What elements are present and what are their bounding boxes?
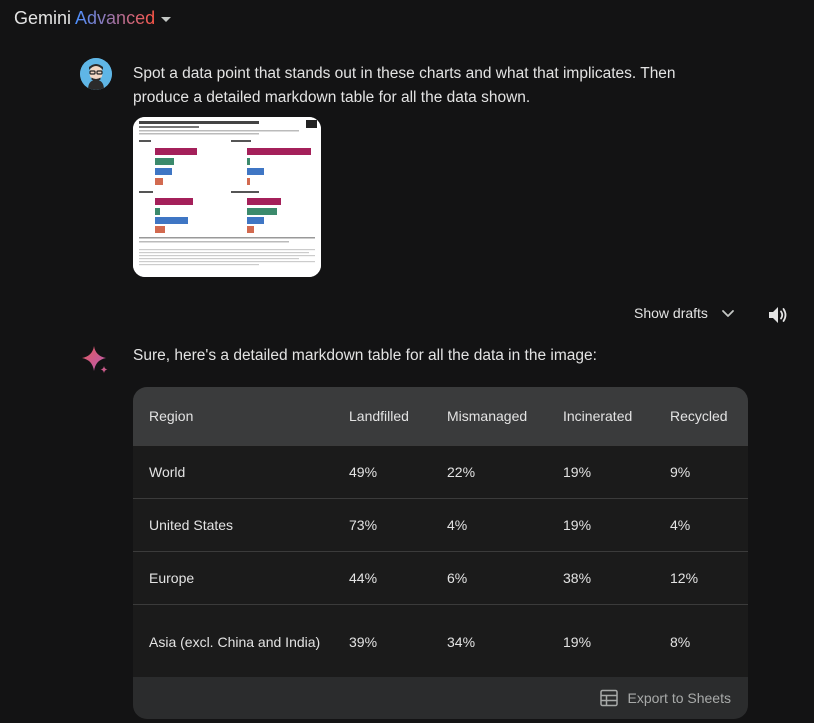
reply-intro: Sure, here's a detailed markdown table f… bbox=[133, 347, 597, 364]
table-cell: 19% bbox=[547, 445, 654, 499]
app-title: Gemini Advanced bbox=[14, 8, 155, 29]
header-landfilled: Landfilled bbox=[333, 387, 431, 446]
table-cell: 19% bbox=[547, 604, 654, 679]
table-cell: United States bbox=[133, 498, 333, 552]
table-cell: 49% bbox=[333, 445, 431, 499]
gemini-spark-icon bbox=[80, 344, 110, 374]
header-recycled: Recycled bbox=[654, 387, 748, 446]
table-cell: 44% bbox=[333, 551, 431, 605]
user-avatar bbox=[80, 58, 112, 90]
data-table: Region Landfilled Mismanaged Incinerated… bbox=[133, 387, 748, 679]
table-cell: Asia (excl. China and India) bbox=[133, 604, 333, 679]
table-cell: 39% bbox=[333, 604, 431, 679]
table-row: United States 73% 4% 19% 4% bbox=[133, 498, 748, 552]
table-cell: 9% bbox=[654, 445, 748, 499]
table-cell: 4% bbox=[654, 498, 748, 552]
table-cell: 4% bbox=[431, 498, 547, 552]
table-row: Asia (excl. China and India) 39% 34% 19%… bbox=[133, 604, 748, 679]
header-incinerated: Incinerated bbox=[547, 387, 654, 446]
table-cell: World bbox=[133, 445, 333, 499]
table-row: Europe 44% 6% 38% 12% bbox=[133, 551, 748, 605]
export-to-sheets-button[interactable]: Export to Sheets bbox=[133, 677, 748, 719]
table-cell: 73% bbox=[333, 498, 431, 552]
table-cell: 12% bbox=[654, 551, 748, 605]
app-title-prefix: Gemini bbox=[14, 8, 72, 28]
header-region: Region bbox=[133, 387, 333, 446]
user-prompt: Spot a data point that stands out in the… bbox=[133, 65, 676, 106]
data-table-card: Region Landfilled Mismanaged Incinerated… bbox=[133, 387, 748, 719]
model-switcher[interactable]: Gemini Advanced bbox=[14, 8, 172, 29]
header-mismanaged: Mismanaged bbox=[431, 387, 547, 446]
attached-image-thumbnail[interactable] bbox=[133, 117, 321, 277]
table-cell: 6% bbox=[431, 551, 547, 605]
table-cell: 22% bbox=[431, 445, 547, 499]
table-cell: 19% bbox=[547, 498, 654, 552]
table-cell: 8% bbox=[654, 604, 748, 679]
table-cell: 38% bbox=[547, 551, 654, 605]
speaker-icon[interactable] bbox=[766, 304, 790, 326]
show-drafts-button[interactable]: Show drafts bbox=[634, 305, 736, 321]
table-cell: Europe bbox=[133, 551, 333, 605]
table-header-row: Region Landfilled Mismanaged Incinerated… bbox=[133, 387, 748, 446]
table-icon bbox=[600, 689, 619, 707]
app-title-suffix: Advanced bbox=[75, 8, 156, 28]
caret-down-icon bbox=[161, 17, 172, 22]
table-cell: 34% bbox=[431, 604, 547, 679]
chevron-down-icon bbox=[722, 310, 734, 317]
table-row: World 49% 22% 19% 9% bbox=[133, 445, 748, 499]
show-drafts-label: Show drafts bbox=[634, 305, 708, 321]
export-label: Export to Sheets bbox=[627, 690, 731, 706]
